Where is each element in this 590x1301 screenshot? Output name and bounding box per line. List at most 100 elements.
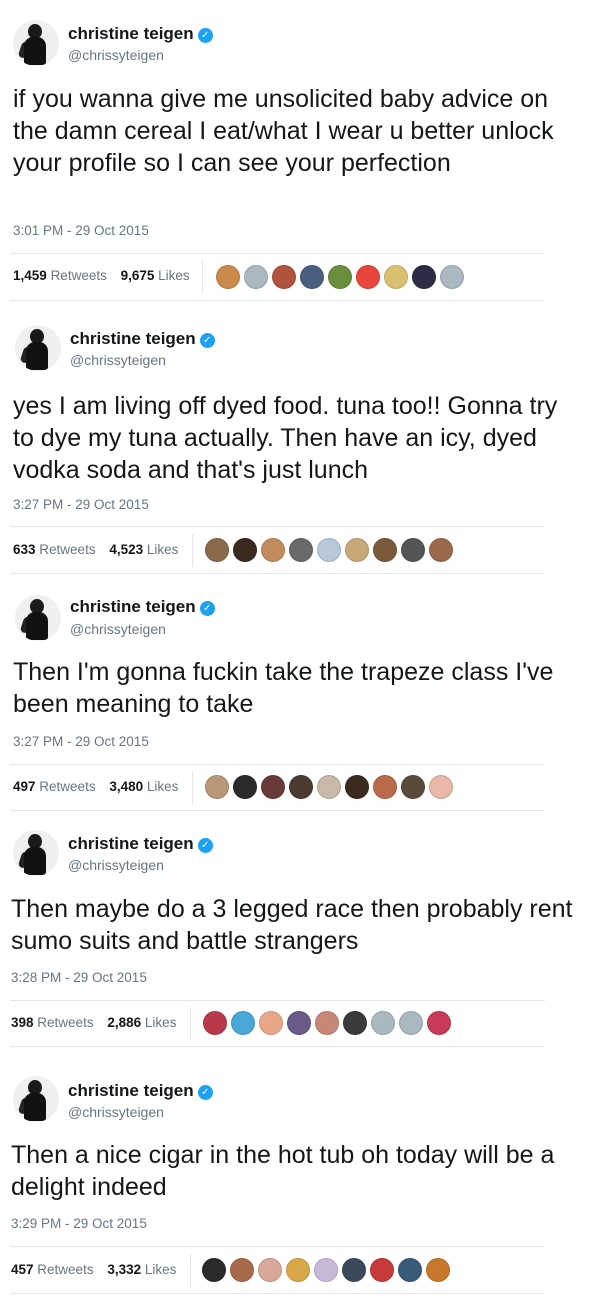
tweet-timestamp[interactable]: 3:28 PM - 29 Oct 2015 — [11, 970, 147, 985]
author-name-text[interactable]: christine teigen — [70, 597, 196, 616]
liker-avatar[interactable] — [314, 1258, 338, 1282]
retweet-count[interactable]: 633 — [13, 542, 36, 557]
liker-avatar[interactable] — [244, 265, 268, 289]
liker-avatar[interactable] — [345, 538, 369, 562]
liker-avatar[interactable] — [371, 1011, 395, 1035]
retweets-label[interactable]: Retweets — [39, 779, 95, 794]
liker-avatar[interactable] — [401, 538, 425, 562]
liker-avatar[interactable] — [429, 538, 453, 562]
liker-avatar[interactable] — [216, 265, 240, 289]
tweet-timestamp[interactable]: 3:27 PM - 29 Oct 2015 — [13, 497, 149, 512]
divider — [10, 1046, 545, 1047]
author-avatar[interactable] — [15, 325, 61, 371]
liker-avatar[interactable] — [356, 265, 380, 289]
liker-avatar[interactable] — [440, 265, 464, 289]
liker-avatar[interactable] — [373, 775, 397, 799]
author-name-text[interactable]: christine teigen — [70, 329, 196, 348]
author-avatar[interactable] — [13, 20, 59, 66]
author-name[interactable]: christine teigen ✓ — [70, 597, 215, 617]
author-name[interactable]: christine teigen ✓ — [68, 1081, 213, 1101]
liker-avatar[interactable] — [233, 538, 257, 562]
liker-avatar[interactable] — [345, 775, 369, 799]
liker-avatar[interactable] — [202, 1258, 226, 1282]
liker-avatar[interactable] — [272, 265, 296, 289]
author-avatar[interactable] — [13, 830, 59, 876]
divider — [10, 1246, 545, 1247]
retweet-count[interactable]: 398 — [11, 1015, 34, 1030]
likes-label[interactable]: Likes — [147, 542, 179, 557]
liker-avatar[interactable] — [261, 538, 285, 562]
liker-avatar[interactable] — [205, 538, 229, 562]
divider — [10, 1000, 545, 1001]
stats-divider — [192, 534, 193, 567]
author-handle[interactable]: @chrissyteigen — [68, 1104, 164, 1120]
likes-label[interactable]: Likes — [147, 779, 179, 794]
liker-avatar[interactable] — [289, 775, 313, 799]
liker-avatar[interactable] — [230, 1258, 254, 1282]
author-name[interactable]: christine teigen ✓ — [68, 24, 213, 44]
author-name-text[interactable]: christine teigen — [68, 24, 194, 43]
stats-divider — [190, 1254, 191, 1287]
liker-avatar[interactable] — [203, 1011, 227, 1035]
liker-avatar[interactable] — [426, 1258, 450, 1282]
verified-badge-icon: ✓ — [199, 333, 215, 348]
likes-label[interactable]: Likes — [158, 268, 190, 283]
liker-avatar[interactable] — [287, 1011, 311, 1035]
liker-avatar[interactable] — [286, 1258, 310, 1282]
liker-avatar[interactable] — [261, 775, 285, 799]
tweet-timestamp[interactable]: 3:29 PM - 29 Oct 2015 — [11, 1216, 147, 1231]
retweet-count[interactable]: 457 — [11, 1262, 34, 1277]
liker-avatar[interactable] — [258, 1258, 282, 1282]
retweet-count[interactable]: 497 — [13, 779, 36, 794]
tweet-timestamp[interactable]: 3:27 PM - 29 Oct 2015 — [13, 734, 149, 749]
author-avatar[interactable] — [15, 595, 61, 641]
liker-avatar[interactable] — [342, 1258, 366, 1282]
like-count[interactable]: 9,675 — [121, 268, 155, 283]
like-count[interactable]: 2,886 — [107, 1015, 141, 1030]
likes-label[interactable]: Likes — [145, 1262, 177, 1277]
liker-avatar[interactable] — [384, 265, 408, 289]
liker-avatar[interactable] — [399, 1011, 423, 1035]
retweets-label[interactable]: Retweets — [37, 1015, 93, 1030]
author-name[interactable]: christine teigen ✓ — [70, 329, 215, 349]
tweet-text: Then I'm gonna fuckin take the trapeze c… — [13, 658, 554, 718]
liker-avatar[interactable] — [289, 538, 313, 562]
liker-avatar[interactable] — [427, 1011, 451, 1035]
liker-avatar[interactable] — [412, 265, 436, 289]
liker-avatar[interactable] — [259, 1011, 283, 1035]
liker-avatar[interactable] — [398, 1258, 422, 1282]
retweet-count[interactable]: 1,459 — [13, 268, 47, 283]
liker-avatar[interactable] — [401, 775, 425, 799]
liker-avatar[interactable] — [370, 1258, 394, 1282]
liker-avatar[interactable] — [233, 775, 257, 799]
liker-avatar[interactable] — [343, 1011, 367, 1035]
author-handle[interactable]: @chrissyteigen — [68, 47, 164, 63]
author-avatar[interactable] — [13, 1076, 59, 1122]
retweets-label[interactable]: Retweets — [39, 542, 95, 557]
liker-avatar[interactable] — [429, 775, 453, 799]
likes-label[interactable]: Likes — [145, 1015, 177, 1030]
like-count[interactable]: 3,480 — [109, 779, 143, 794]
liker-avatar[interactable] — [317, 775, 341, 799]
liker-avatar[interactable] — [328, 265, 352, 289]
author-handle[interactable]: @chrissyteigen — [70, 352, 166, 368]
liker-avatar[interactable] — [317, 538, 341, 562]
liker-avatar[interactable] — [231, 1011, 255, 1035]
author-handle[interactable]: @chrissyteigen — [70, 621, 166, 637]
like-count[interactable]: 3,332 — [107, 1262, 141, 1277]
like-count[interactable]: 4,523 — [109, 542, 143, 557]
tweet-text: if you wanna give me unsolicited baby ad… — [13, 85, 554, 177]
author-name-text[interactable]: christine teigen — [68, 1081, 194, 1100]
divider — [10, 1293, 545, 1294]
author-name-text[interactable]: christine teigen — [68, 834, 194, 853]
liker-avatar[interactable] — [373, 538, 397, 562]
author-name[interactable]: christine teigen ✓ — [68, 834, 213, 854]
author-handle[interactable]: @chrissyteigen — [68, 857, 164, 873]
retweets-label[interactable]: Retweets — [51, 268, 107, 283]
liker-avatar[interactable] — [315, 1011, 339, 1035]
tweet-timestamp[interactable]: 3:01 PM - 29 Oct 2015 — [13, 223, 149, 238]
liker-avatars — [205, 775, 457, 799]
retweets-label[interactable]: Retweets — [37, 1262, 93, 1277]
liker-avatar[interactable] — [205, 775, 229, 799]
liker-avatar[interactable] — [300, 265, 324, 289]
